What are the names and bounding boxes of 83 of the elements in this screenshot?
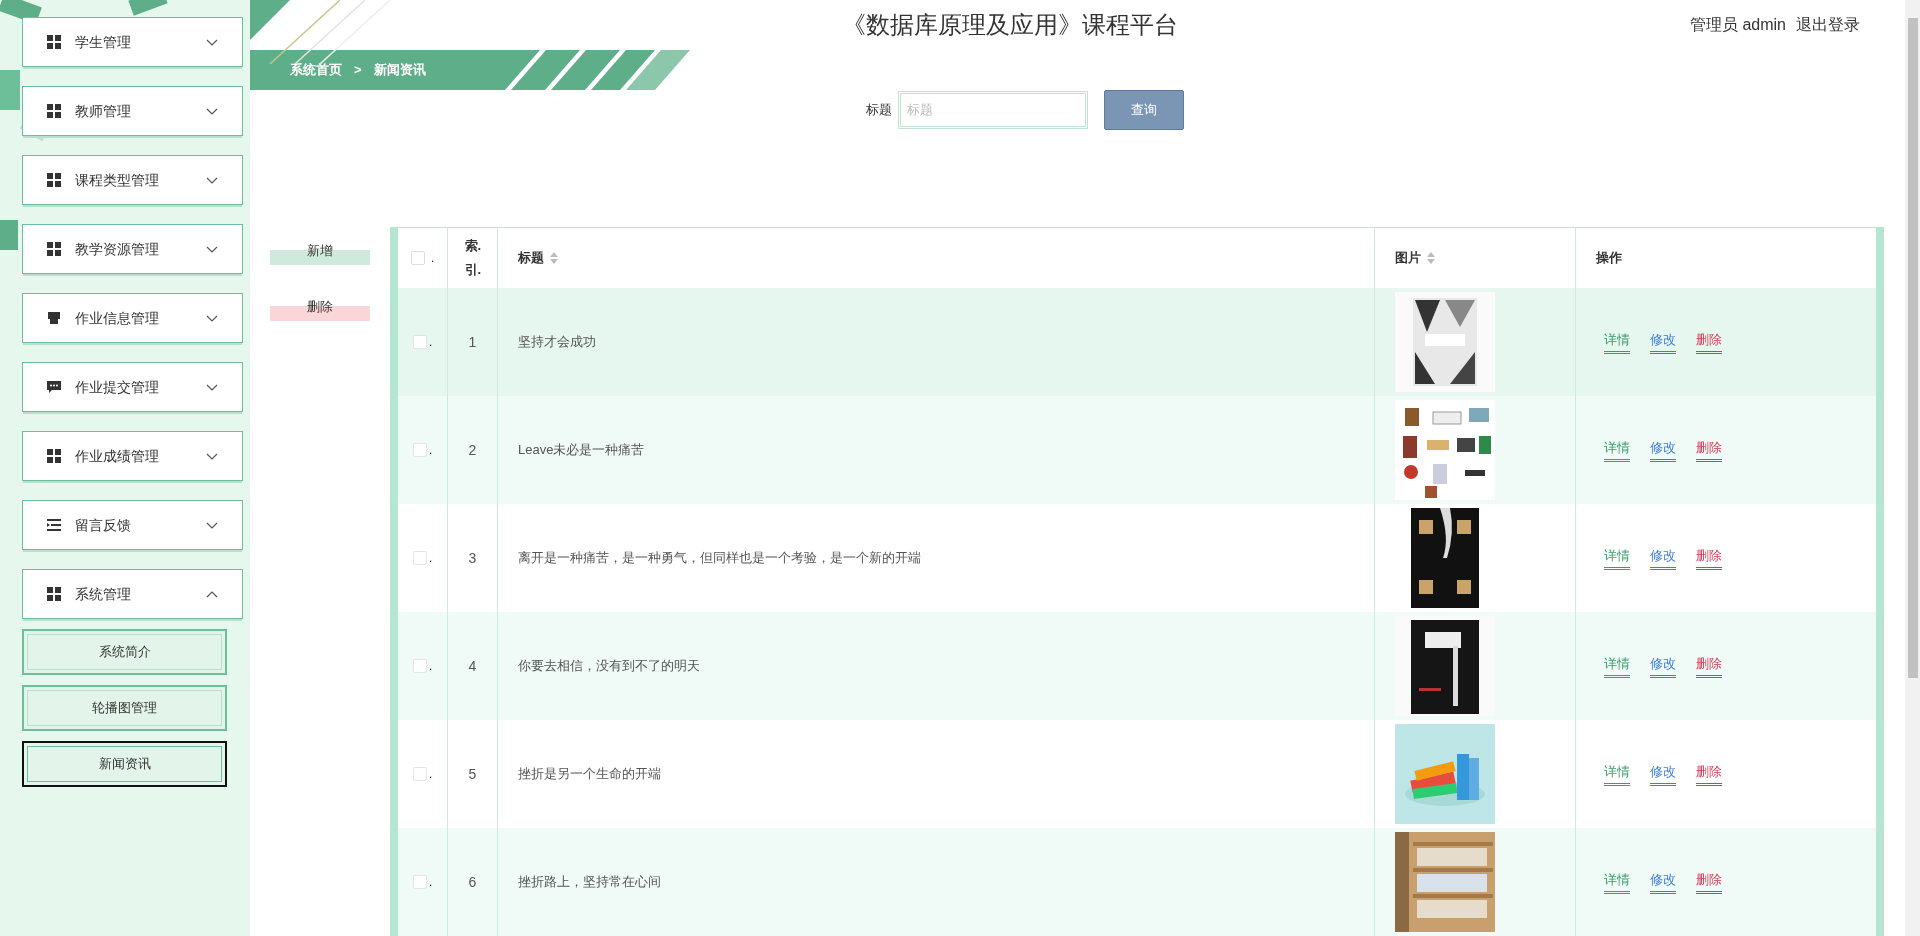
column-header: 索.引. — [464, 237, 481, 279]
decoration-shape — [0, 70, 20, 110]
detail-link[interactable]: 详情 — [1604, 329, 1630, 355]
detail-link[interactable]: 详情 — [1604, 653, 1630, 679]
decoration-shape — [0, 220, 18, 250]
scrollbar-thumb[interactable] — [1907, 18, 1918, 678]
user-label: 管理员 admin — [1689, 15, 1786, 36]
edit-link[interactable]: 修改 — [1650, 545, 1676, 571]
checkbox-dot: . — [428, 765, 433, 784]
detail-link[interactable]: 详情 — [1604, 437, 1630, 463]
news-title: 挫折是另一个生命的开端 — [518, 765, 661, 784]
checkbox[interactable] — [410, 251, 425, 265]
grid-icon — [47, 173, 61, 187]
row-index: 4 — [468, 656, 477, 676]
menu-item[interactable]: 教师管理 — [22, 86, 243, 136]
grid-icon — [47, 104, 61, 118]
submenu-item[interactable]: 轮播图管理 — [22, 685, 227, 731]
edit-link[interactable]: 修改 — [1650, 761, 1676, 787]
menu-item[interactable]: 课程类型管理 — [22, 155, 243, 205]
row-index: 6 — [468, 872, 477, 892]
search-button[interactable]: 查询 — [1104, 89, 1184, 130]
search-field[interactable]: 标题 — [898, 90, 1088, 129]
checkbox-dot: . — [428, 441, 433, 460]
breadcrumb-link[interactable]: 系统首页 — [290, 60, 342, 80]
menu-item[interactable]: 教学资源管理 — [22, 224, 243, 274]
checkbox[interactable] — [412, 335, 427, 349]
sort-icon[interactable] — [1427, 252, 1435, 264]
edit-link[interactable]: 修改 — [1650, 653, 1676, 679]
row-index: 5 — [468, 764, 477, 784]
checkbox[interactable] — [412, 443, 427, 457]
checkbox-dot: . — [428, 549, 433, 568]
search-label: 标题 — [866, 100, 892, 119]
menu-item[interactable]: 留言反馈 — [22, 500, 243, 550]
checkbox-dot: . — [428, 657, 433, 676]
edit-link[interactable]: 修改 — [1650, 869, 1676, 895]
delete-link[interactable]: 删除 — [1696, 545, 1722, 571]
row-index: 2 — [468, 440, 477, 460]
delete-link[interactable]: 删除 — [1696, 869, 1722, 895]
menu-item[interactable]: 作业提交管理 — [22, 362, 243, 412]
menu-item[interactable]: 作业信息管理 — [22, 293, 243, 343]
delete-link[interactable]: 删除 — [1696, 761, 1722, 787]
edit-link[interactable]: 修改 — [1650, 437, 1676, 463]
store-icon — [47, 311, 61, 325]
detail-link[interactable]: 详情 — [1604, 545, 1630, 571]
checkbox[interactable] — [412, 659, 427, 673]
menu-item[interactable]: 作业成绩管理 — [22, 431, 243, 481]
column-header[interactable]: 标题 — [518, 248, 544, 268]
delete-link[interactable]: 删除 — [1696, 437, 1722, 463]
detail-link[interactable]: 详情 — [1604, 869, 1630, 895]
sort-icon[interactable] — [550, 252, 558, 264]
breadcrumb-separator: > — [354, 61, 362, 80]
grid-icon — [47, 242, 61, 256]
edit-link[interactable]: 修改 — [1650, 329, 1676, 355]
checkbox-dot: . — [428, 873, 433, 892]
chat-icon — [47, 380, 61, 394]
news-title: 坚持才会成功 — [518, 333, 596, 352]
menu-item[interactable]: 学生管理 — [22, 17, 243, 67]
grid-icon — [47, 449, 61, 463]
submenu-item[interactable]: 新闻资讯 — [22, 741, 227, 787]
breadcrumb-link[interactable]: 新闻资讯 — [373, 60, 426, 80]
delete-link[interactable]: 删除 — [1696, 329, 1722, 355]
news-title: 离开是一种痛苦，是一种勇气，但同样也是一个考验，是一个新的开端 — [518, 549, 921, 568]
submenu-item[interactable]: 系统简介 — [22, 629, 227, 675]
detail-link[interactable]: 详情 — [1604, 761, 1630, 787]
list-icon — [47, 519, 61, 531]
column-header: 操作 — [1596, 249, 1622, 268]
row-index: 1 — [468, 332, 477, 352]
checkbox[interactable] — [412, 767, 427, 781]
checkbox-dot: . — [428, 333, 433, 352]
checkbox[interactable] — [412, 551, 427, 565]
news-title: Leave未必是一种痛苦 — [518, 441, 645, 460]
grid-icon — [47, 35, 61, 49]
row-index: 3 — [468, 548, 477, 568]
logout-link[interactable]: 退出登录 — [1796, 13, 1860, 38]
menu-item[interactable]: 系统管理 — [22, 569, 243, 619]
news-title: 你要去相信，没有到不了的明天 — [518, 657, 700, 676]
grid-icon — [47, 587, 61, 601]
checkbox-dot: . — [430, 249, 435, 268]
news-title: 挫折路上，坚持常在心间 — [518, 873, 661, 892]
column-header[interactable]: 图片 — [1395, 248, 1421, 268]
checkbox[interactable] — [412, 875, 427, 889]
delete-link[interactable]: 删除 — [1696, 653, 1722, 679]
page-title: 《数据库原理及应用》课程平台 — [842, 10, 1178, 41]
